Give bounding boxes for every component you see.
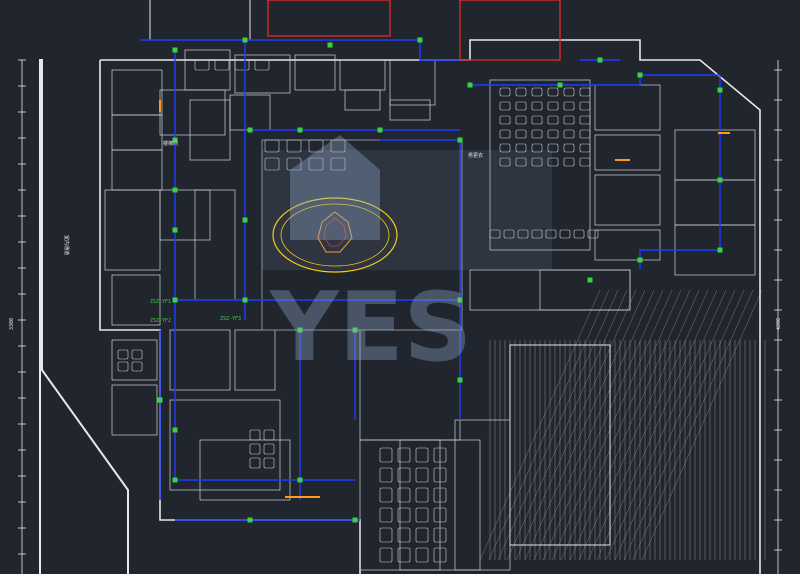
pipe-node-marker xyxy=(247,127,253,133)
pipe-node-marker xyxy=(352,517,358,523)
room-label-b: 男更衣 xyxy=(468,152,483,159)
watermark-text: YES xyxy=(269,273,472,383)
room-label-a: 楼梯间 xyxy=(163,140,178,147)
pipe-node-marker xyxy=(172,47,178,53)
pipe-node-marker xyxy=(417,37,423,43)
pipe-node-marker xyxy=(467,82,473,88)
pipe-node-marker xyxy=(557,82,563,88)
dimension-right: 4200 xyxy=(776,318,782,330)
pipe-tag-3: ZSZ-YF3 xyxy=(220,316,241,322)
pipe-node-marker xyxy=(172,187,178,193)
pipe-node-marker xyxy=(717,87,723,93)
corridor-label: 室内通道 xyxy=(63,235,70,255)
pipe-tag-1: ZSZ-YF1 xyxy=(150,299,171,305)
pipe-node-marker xyxy=(597,57,603,63)
pipe-node-marker xyxy=(297,477,303,483)
pipe-node-marker xyxy=(637,257,643,263)
pipe-node-marker xyxy=(172,297,178,303)
pipe-node-marker xyxy=(327,42,333,48)
pipe-node-marker xyxy=(172,477,178,483)
pipe-node-marker xyxy=(172,427,178,433)
pipe-node-marker xyxy=(717,177,723,183)
pipe-node-marker xyxy=(242,297,248,303)
pipe-node-marker xyxy=(717,247,723,253)
pipe-tag-2: ZSZ-YF2 xyxy=(150,318,171,324)
cad-floor-plan-viewport: YES 室内通道 楼梯间 男更衣 ZSZ-YF1 ZSZ-YF2 ZSZ-YF3… xyxy=(0,0,800,574)
pipe-node-marker xyxy=(157,397,163,403)
pipe-node-marker xyxy=(587,277,593,283)
pipe-node-marker xyxy=(457,137,463,143)
pipe-node-marker xyxy=(377,127,383,133)
pipe-node-marker xyxy=(242,217,248,223)
dimension-left: 3300 xyxy=(9,318,15,330)
pipe-node-marker xyxy=(247,517,253,523)
floor-plan-drawing: YES 室内通道 楼梯间 男更衣 ZSZ-YF1 ZSZ-YF2 ZSZ-YF3… xyxy=(0,0,800,574)
pipe-node-marker xyxy=(297,127,303,133)
pipe-node-marker xyxy=(637,72,643,78)
pipe-node-marker xyxy=(172,227,178,233)
pipe-node-marker xyxy=(242,37,248,43)
